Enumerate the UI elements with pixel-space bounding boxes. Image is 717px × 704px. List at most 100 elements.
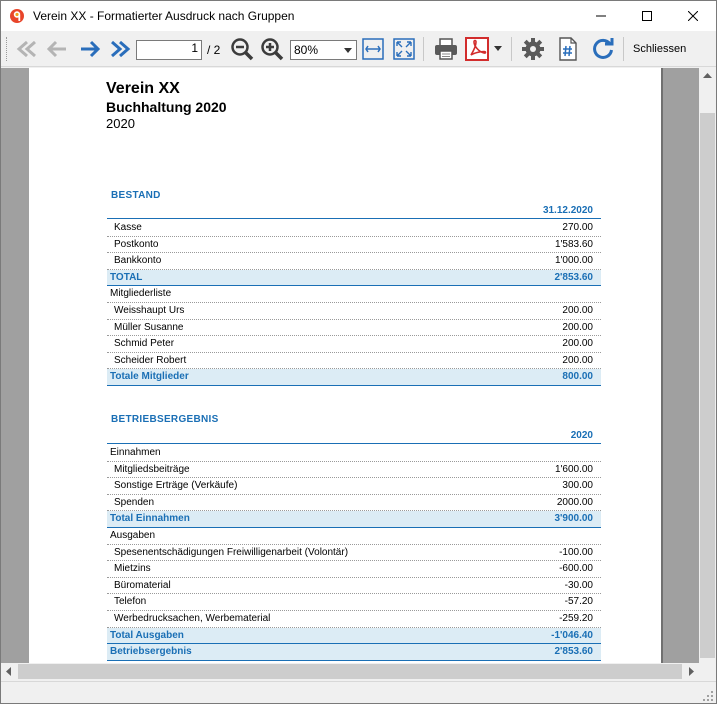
printer-icon (435, 38, 457, 60)
table-row: Müller Susanne 200.00 (107, 320, 601, 337)
window-title: Verein XX - Formatierter Ausdruck nach G… (33, 9, 295, 23)
row-label: Ausgaben (110, 529, 156, 541)
scroll-up-icon[interactable] (703, 73, 712, 79)
last-page-button[interactable] (107, 35, 133, 63)
maximize-icon (642, 11, 652, 21)
table-row: Scheider Robert 200.00 (107, 353, 601, 370)
toolbar-grip[interactable] (6, 37, 9, 61)
report-page: Verein XX Buchhaltung 2020 2020 BESTAND … (29, 68, 663, 663)
total-row: Total Ausgaben -1'046.40 (107, 627, 601, 645)
report-subtitle: Buchhaltung 2020 (106, 99, 227, 115)
table-bestand: Kasse 270.00 Postkonto 1'583.60 Bankkonto 1'0… (107, 220, 601, 386)
row-value: 300.00 (562, 480, 593, 492)
print-preview-area[interactable]: Verein XX Buchhaltung 2020 2020 BESTAND … (1, 68, 699, 663)
toolbar-separator (423, 37, 424, 61)
row-label: Telefon (114, 596, 147, 608)
section-heading-bestand: BESTAND (111, 190, 161, 201)
scroll-right-icon[interactable] (688, 667, 694, 676)
vertical-scroll-thumb[interactable] (700, 113, 715, 658)
left-arrow-icon (46, 40, 66, 58)
row-value: -600.00 (559, 563, 593, 575)
resize-grip-icon[interactable] (703, 691, 713, 701)
row-value: -259.20 (559, 612, 593, 624)
row-label: Bankkonto (114, 255, 162, 267)
zoom-dropdown[interactable]: 80% (290, 40, 357, 60)
zoom-in-icon (261, 38, 284, 61)
table-row: Mietzins -600.00 (107, 561, 601, 578)
maximize-button[interactable] (624, 1, 670, 31)
table-row: Kasse 270.00 (107, 220, 601, 237)
page-total-label: / 2 (207, 43, 221, 57)
group-header-row: Einnahmen (107, 445, 601, 462)
fit-page-button[interactable] (392, 35, 416, 63)
double-right-arrow-icon (111, 40, 131, 58)
print-button[interactable] (431, 35, 461, 63)
total-row: TOTAL 2'853.60 (107, 269, 601, 287)
row-value: 200.00 (562, 304, 593, 316)
row-value: -1'046.40 (551, 629, 593, 641)
row-value: -57.20 (564, 596, 593, 608)
caret-down-icon (494, 46, 502, 51)
row-label: Schmid Peter (114, 338, 175, 350)
export-pdf-button[interactable] (464, 35, 490, 63)
section-heading-betriebsergebnis: BETRIEBSERGEBNIS (111, 414, 219, 425)
first-page-button[interactable] (15, 35, 39, 63)
close-preview-button[interactable]: Schliessen (633, 43, 686, 55)
page-numbering-button[interactable] (555, 35, 581, 63)
report-year: 2020 (106, 116, 135, 131)
table-row: Weisshaupt Urs 200.00 (107, 303, 601, 320)
row-label: Total Ausgaben (110, 629, 184, 641)
horizontal-scroll-thumb[interactable] (18, 664, 682, 679)
row-label: Spesenentschädigungen Freiwilligenarbeit… (114, 546, 349, 558)
gear-icon (522, 38, 544, 60)
table-row: Telefon -57.20 (107, 594, 601, 611)
row-value: -30.00 (564, 579, 593, 591)
refresh-button[interactable] (589, 35, 617, 63)
table-row: Postkonto 1'583.60 (107, 237, 601, 254)
toolbar: 1 / 2 80% Schliessen (1, 31, 716, 67)
page-number-input[interactable]: 1 (136, 40, 202, 60)
settings-button[interactable] (519, 35, 547, 63)
minimize-button[interactable] (578, 1, 624, 31)
row-label: Sonstige Erträge (Verkäufe) (114, 480, 238, 492)
next-page-button[interactable] (77, 35, 103, 63)
vertical-scrollbar[interactable] (699, 68, 716, 663)
column-header-bestand: 31.12.2020 (107, 205, 601, 219)
group-header-row: Ausgaben (107, 528, 601, 545)
row-label: Büromaterial (114, 579, 171, 591)
zoom-in-button[interactable] (259, 35, 285, 63)
table-row: Bankkonto 1'000.00 (107, 253, 601, 270)
row-value: 800.00 (562, 371, 593, 383)
right-arrow-icon (81, 40, 101, 58)
prev-page-button[interactable] (45, 35, 69, 63)
row-label: Postkonto (114, 238, 159, 250)
pdf-options-dropdown[interactable] (492, 35, 504, 63)
group-header-row: Mitgliederliste (107, 286, 601, 303)
table-row: Mitgliedsbeiträge 1'600.00 (107, 462, 601, 479)
row-label: Scheider Robert (114, 354, 187, 366)
double-left-arrow-icon (16, 40, 36, 58)
table-row: Spenden 2000.00 (107, 495, 601, 512)
total-row: Betriebsergebnis 2'853.60 (107, 644, 601, 661)
app-window: Verein XX - Formatierter Ausdruck nach G… (0, 0, 717, 704)
scroll-left-icon[interactable] (6, 667, 12, 676)
row-label: Einnahmen (110, 447, 161, 458)
table-row: Sonstige Erträge (Verkäufe) 300.00 (107, 478, 601, 495)
table-row: Werbedrucksachen, Werbematerial -259.20 (107, 611, 601, 628)
toolbar-separator (511, 37, 512, 61)
close-icon (688, 11, 698, 21)
close-window-button[interactable] (670, 1, 716, 31)
row-value: 270.00 (562, 222, 593, 233)
table-row: Büromaterial -30.00 (107, 578, 601, 595)
table-betriebsergebnis: Einnahmen Mitgliedsbeiträge 1'600.00 Sonsti… (107, 445, 601, 661)
fit-width-button[interactable] (361, 35, 385, 63)
row-label: Kasse (114, 222, 142, 233)
row-label: Spenden (114, 496, 155, 508)
row-value: 2'853.60 (554, 271, 593, 283)
toolbar-separator (623, 37, 624, 61)
row-label: Total Einnahmen (110, 513, 190, 525)
zoom-out-button[interactable] (229, 35, 255, 63)
horizontal-scrollbar[interactable] (1, 663, 699, 680)
zoom-value: 80% (294, 43, 319, 57)
row-label: Mitgliederliste (110, 288, 172, 300)
